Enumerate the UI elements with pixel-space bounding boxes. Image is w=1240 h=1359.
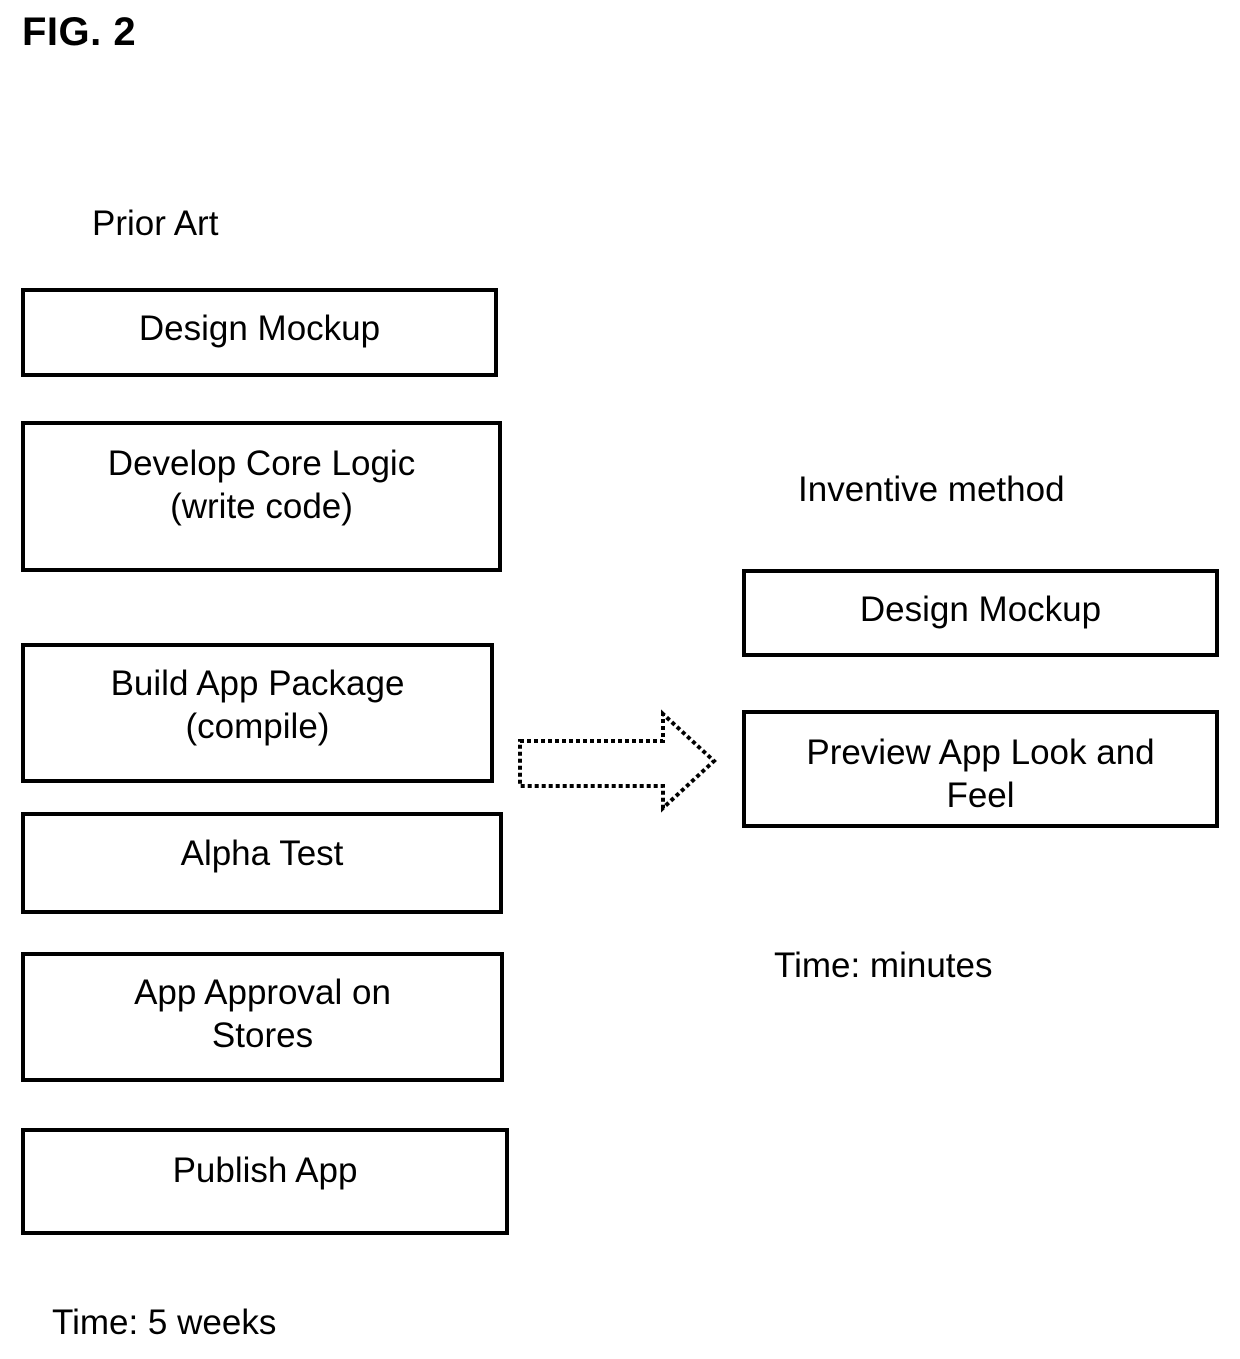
prior-art-step-box: Develop Core Logic (write code) [21, 421, 502, 572]
inventive-method-time-caption: Time: minutes [774, 946, 993, 985]
prior-art-heading: Prior Art [92, 204, 219, 243]
figure-number-label: FIG. 2 [22, 10, 137, 54]
prior-art-step-box: Publish App [21, 1128, 509, 1235]
prior-art-step-box: Alpha Test [21, 812, 503, 914]
inventive-step-box: Design Mockup [742, 569, 1219, 657]
prior-art-step-box: Design Mockup [21, 288, 498, 377]
prior-art-step-label: App Approval on Stores [134, 973, 391, 1055]
inventive-step-box: Preview App Look and Feel [742, 710, 1219, 828]
inventive-step-label: Preview App Look and Feel [806, 733, 1155, 815]
right-block-arrow-icon [515, 708, 719, 814]
prior-art-step-label: Build App Package (compile) [110, 664, 405, 746]
prior-art-step-label: Develop Core Logic (write code) [107, 444, 416, 526]
prior-art-step-label: Publish App [172, 1151, 358, 1190]
prior-art-step-label: Design Mockup [138, 309, 381, 348]
inventive-step-label: Design Mockup [859, 590, 1102, 629]
inventive-method-heading: Inventive method [798, 470, 1065, 509]
prior-art-step-box: Build App Package (compile) [21, 643, 494, 783]
prior-art-step-box: App Approval on Stores [21, 952, 504, 1082]
figure-canvas: FIG. 2 Prior Art Design Mockup Develop C… [0, 0, 1240, 1359]
prior-art-step-label: Alpha Test [180, 834, 344, 873]
prior-art-time-caption: Time: 5 weeks [52, 1303, 277, 1342]
